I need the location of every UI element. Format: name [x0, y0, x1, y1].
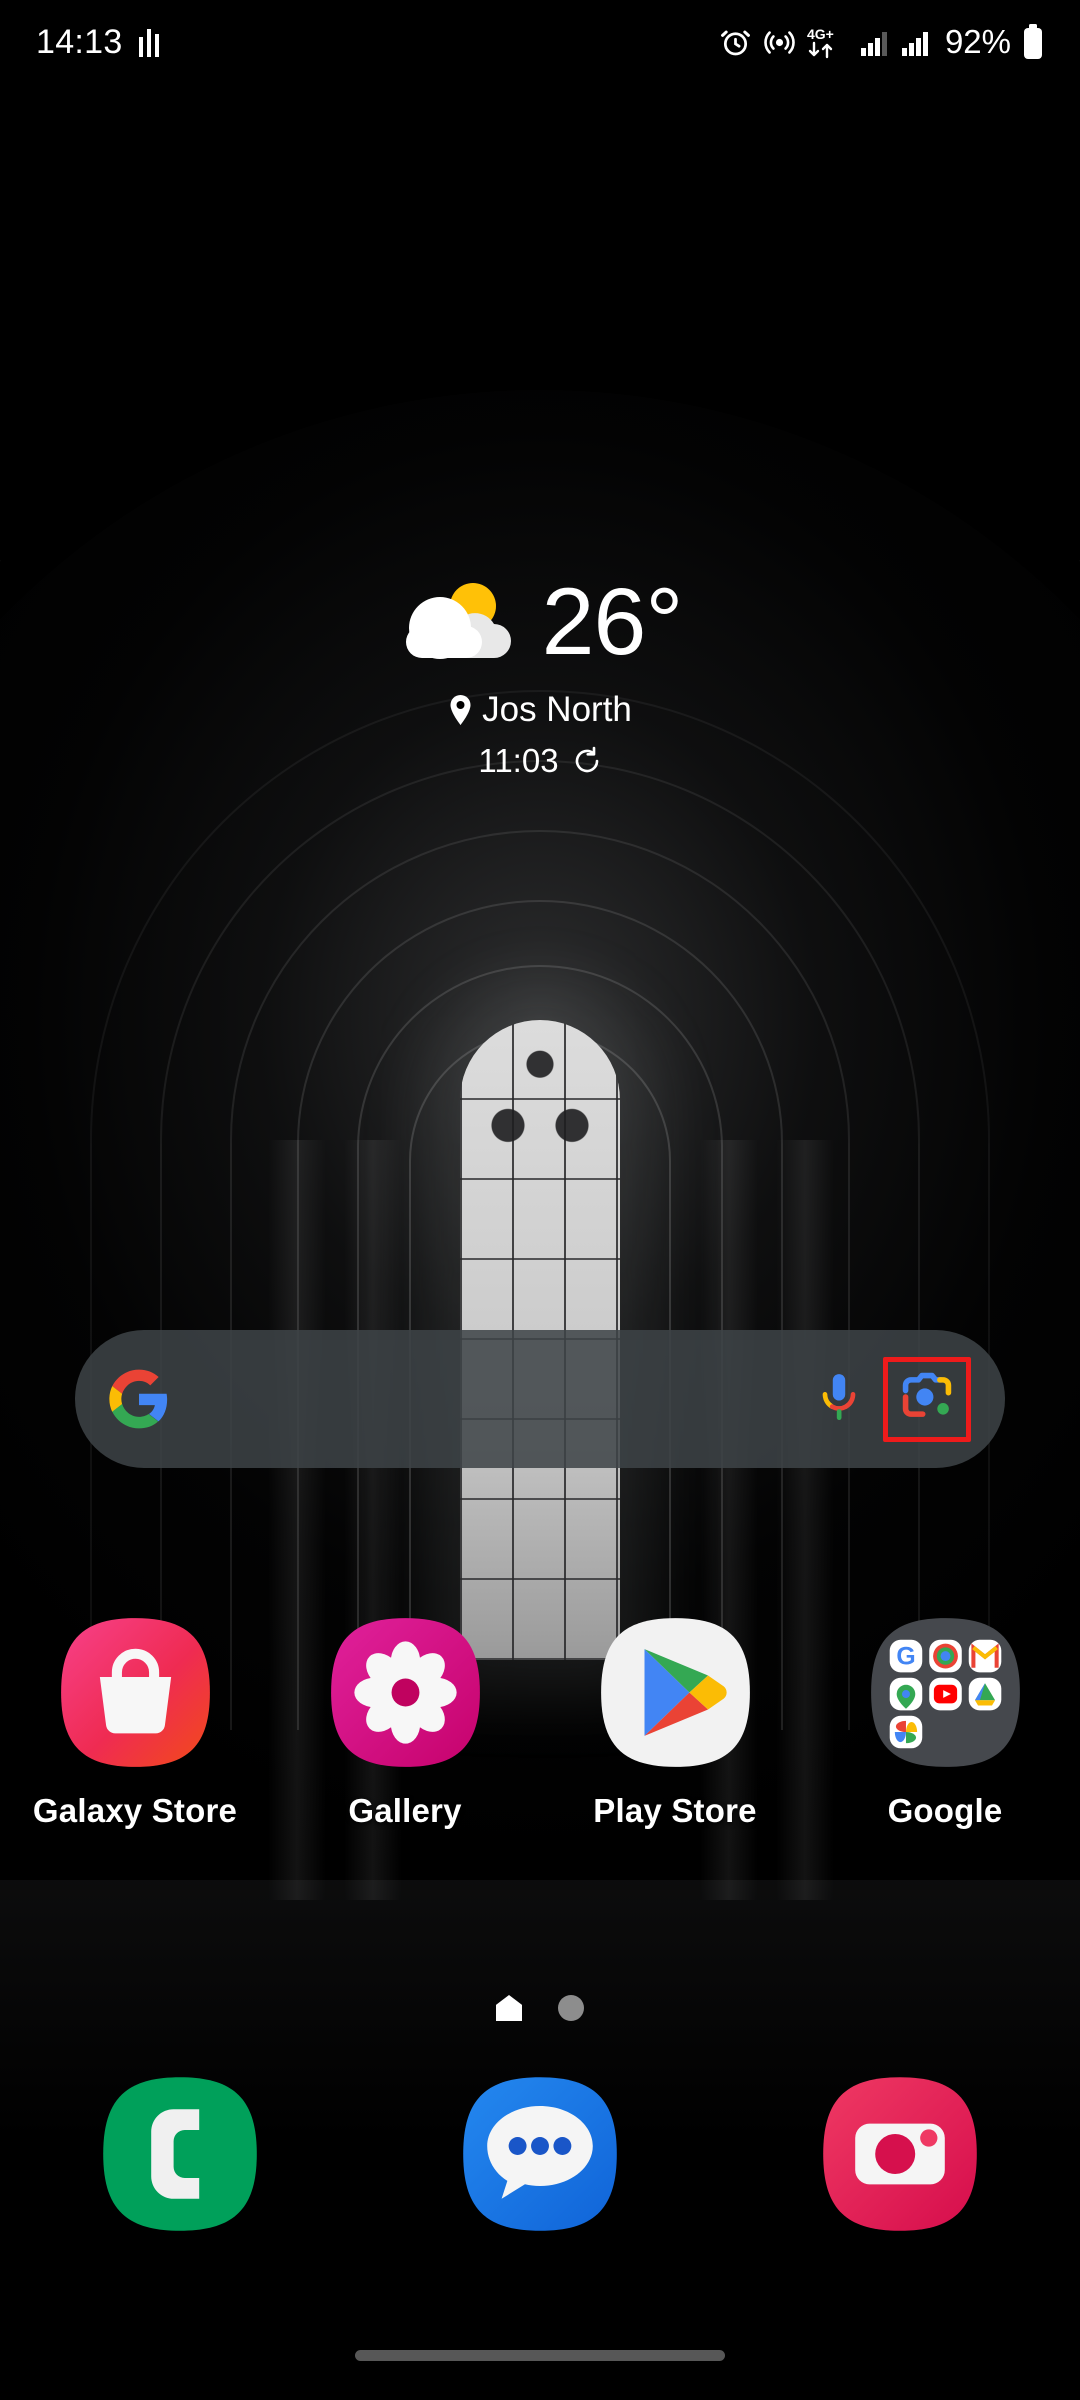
gallery-icon[interactable]: [328, 1615, 483, 1770]
app-label: Play Store: [593, 1792, 757, 1829]
app-label: Google: [887, 1792, 1003, 1829]
location-pin-icon: [448, 694, 473, 726]
refresh-icon[interactable]: [572, 746, 602, 776]
app-label: Galaxy Store: [32, 1792, 238, 1829]
mobile-data-arrows-icon: 4G+: [807, 25, 849, 59]
status-bar-left: 14:13: [36, 23, 163, 62]
app-label: Gallery: [348, 1792, 462, 1829]
navigation-bar: [0, 2310, 1080, 2400]
svg-text:G: G: [896, 1644, 915, 1671]
app-play-store[interactable]: Play Store: [540, 1615, 810, 1830]
weather-primary-row: 26°: [398, 575, 683, 670]
signal-bars-icon: [137, 27, 163, 57]
status-bar: 14:13 4G+ 92%: [0, 0, 1080, 84]
weather-location-row: Jos North: [448, 690, 632, 730]
weather-updated-time: 11:03: [478, 742, 559, 779]
weather-location-label: Jos North: [482, 690, 632, 729]
galaxy-store-icon[interactable]: [58, 1615, 213, 1770]
google-lens-button[interactable]: [883, 1356, 971, 1442]
page-indicator: [0, 1995, 1080, 2021]
search-input[interactable]: [169, 1330, 817, 1468]
app-gallery[interactable]: Gallery: [270, 1615, 540, 1830]
status-bar-right: 4G+ 92%: [719, 23, 1044, 61]
app-grid: Galaxy Store Gallery Play Store G Google: [0, 1615, 1080, 1830]
home-page-icon[interactable]: [496, 1995, 522, 2021]
selection-highlight-box: [883, 1356, 971, 1442]
app-galaxy-store[interactable]: Galaxy Store: [0, 1615, 270, 1830]
weather-widget[interactable]: 26° Jos North 11:03: [0, 575, 1080, 780]
google-mic-icon[interactable]: [817, 1371, 861, 1427]
sim1-signal-icon: [860, 27, 890, 57]
page-dot[interactable]: [558, 1995, 584, 2021]
battery-icon: [1022, 24, 1044, 60]
wallpaper-window-tracery: [460, 1020, 620, 1190]
sim2-signal-icon: [901, 27, 931, 57]
app-folder-google[interactable]: G Google: [810, 1615, 1080, 1830]
dock: [0, 2074, 1080, 2234]
search-bar-actions: [817, 1356, 971, 1442]
phone-icon[interactable]: [100, 2074, 260, 2234]
weather-temperature: 26°: [541, 569, 684, 675]
svg-text:4G+: 4G+: [807, 26, 834, 42]
play-store-icon[interactable]: [598, 1615, 753, 1770]
google-g-icon[interactable]: [109, 1369, 169, 1429]
camera-icon[interactable]: [820, 2074, 980, 2234]
gesture-handle[interactable]: [355, 2349, 725, 2361]
alarm-icon: [719, 26, 752, 59]
google-search-bar[interactable]: [75, 1330, 1005, 1468]
battery-percent-label: 92%: [944, 23, 1011, 60]
google-folder-icon[interactable]: G: [868, 1615, 1023, 1770]
weather-update-row[interactable]: 11:03: [478, 742, 601, 780]
messages-icon[interactable]: [460, 2074, 620, 2234]
partly-cloudy-icon: [398, 580, 516, 666]
status-clock: 14:13: [36, 22, 123, 61]
wallpaper: [0, 0, 1080, 2400]
hotspot-icon: [763, 26, 796, 59]
